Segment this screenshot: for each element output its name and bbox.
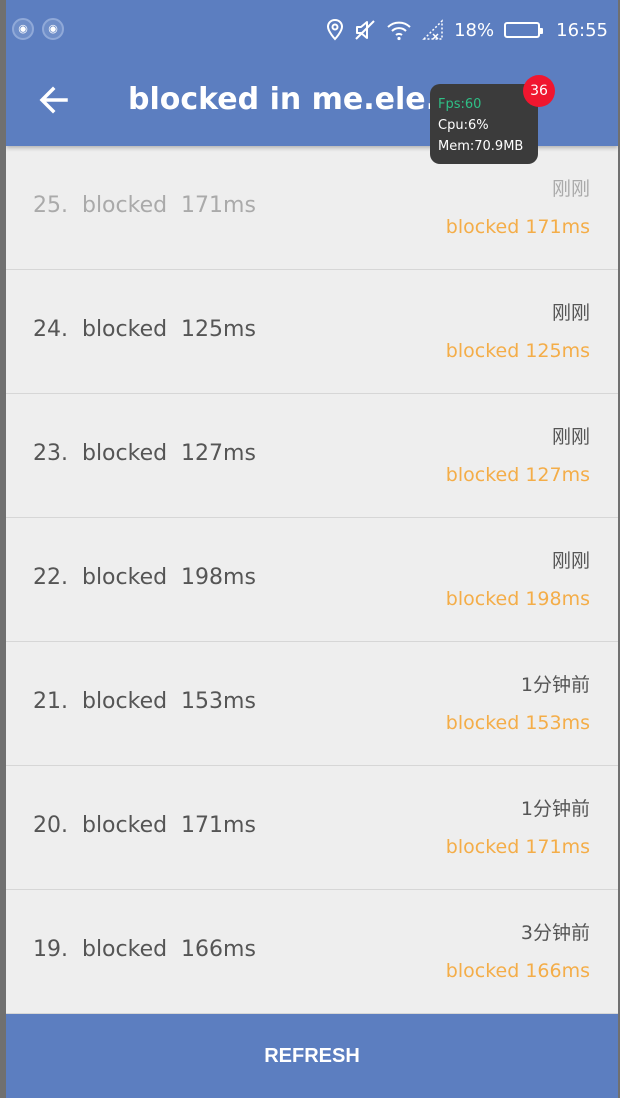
list-item[interactable]: 23. blocked 127ms 刚刚 blocked 127ms — [6, 394, 618, 518]
page-title: blocked in me.ele.hb — [128, 82, 438, 117]
list-item-label: 22. blocked 198ms — [33, 565, 256, 590]
back-arrow-icon[interactable] — [34, 80, 74, 120]
list-item-label: 20. blocked 171ms — [33, 813, 256, 838]
list-item[interactable]: 20. blocked 171ms 1分钟前 blocked 171ms — [6, 766, 618, 890]
battery-icon — [504, 22, 544, 38]
cpu-readout: Cpu:6% — [438, 118, 489, 133]
fps-readout: Fps:60 — [438, 97, 482, 112]
list-item[interactable]: 24. blocked 125ms 刚刚 blocked 125ms — [6, 270, 618, 394]
list-item-label: 25. blocked 171ms — [33, 193, 256, 218]
status-icons: 18% 16:55 — [326, 16, 608, 44]
list-item-duration: blocked 171ms — [445, 836, 590, 858]
list-item-time: 刚刚 — [551, 302, 590, 324]
list-item-duration: blocked 166ms — [445, 960, 590, 982]
app-screen: ◉ ◉ 18% 16:55 blocked in me.ele Fps:60 C… — [6, 0, 618, 1098]
list-item[interactable]: 19. blocked 166ms 3分钟前 blocked 166ms — [6, 890, 618, 1014]
wifi-icon — [386, 19, 412, 41]
list-item-label: 19. blocked 166ms — [33, 937, 256, 962]
refresh-button[interactable]: REFRESH — [6, 1014, 618, 1098]
location-icon — [326, 19, 344, 41]
memory-readout: Mem:70.9MB — [438, 139, 524, 154]
list-item-label: 23. blocked 127ms — [33, 441, 256, 466]
list-item-duration: blocked 171ms — [445, 216, 590, 238]
list-item-time: 刚刚 — [551, 178, 590, 200]
notification-badge: 36 — [523, 75, 555, 107]
signal-icon — [422, 19, 444, 41]
blocked-list: 25. blocked 171ms 刚刚 blocked 171ms 24. b… — [6, 146, 618, 1014]
list-item[interactable]: 21. blocked 153ms 1分钟前 blocked 153ms — [6, 642, 618, 766]
clock: 16:55 — [556, 19, 608, 41]
list-item[interactable]: 22. blocked 198ms 刚刚 blocked 198ms — [6, 518, 618, 642]
list-item-time: 1分钟前 — [520, 798, 590, 820]
status-bar: ◉ ◉ 18% 16:55 — [6, 0, 618, 58]
list-item-time: 刚刚 — [551, 550, 590, 572]
android-debug-icon: ◉ — [42, 18, 64, 40]
list-item-duration: blocked 198ms — [445, 588, 590, 610]
android-debug-icon: ◉ — [12, 18, 34, 40]
list-item-duration: blocked 125ms — [445, 340, 590, 362]
list-item[interactable]: 25. blocked 171ms 刚刚 blocked 171ms — [6, 146, 618, 270]
list-item-time: 1分钟前 — [520, 674, 590, 696]
battery-percent: 18% — [454, 19, 495, 41]
list-item-time: 刚刚 — [551, 426, 590, 448]
mute-icon — [354, 19, 376, 41]
list-item-duration: blocked 153ms — [445, 712, 590, 734]
list-item-label: 24. blocked 125ms — [33, 317, 256, 342]
performance-overlay[interactable]: Fps:60 Cpu:6% Mem:70.9MB — [430, 84, 538, 164]
list-item-time: 3分钟前 — [520, 922, 590, 944]
list-item-duration: blocked 127ms — [445, 464, 590, 486]
list-item-label: 21. blocked 153ms — [33, 689, 256, 714]
